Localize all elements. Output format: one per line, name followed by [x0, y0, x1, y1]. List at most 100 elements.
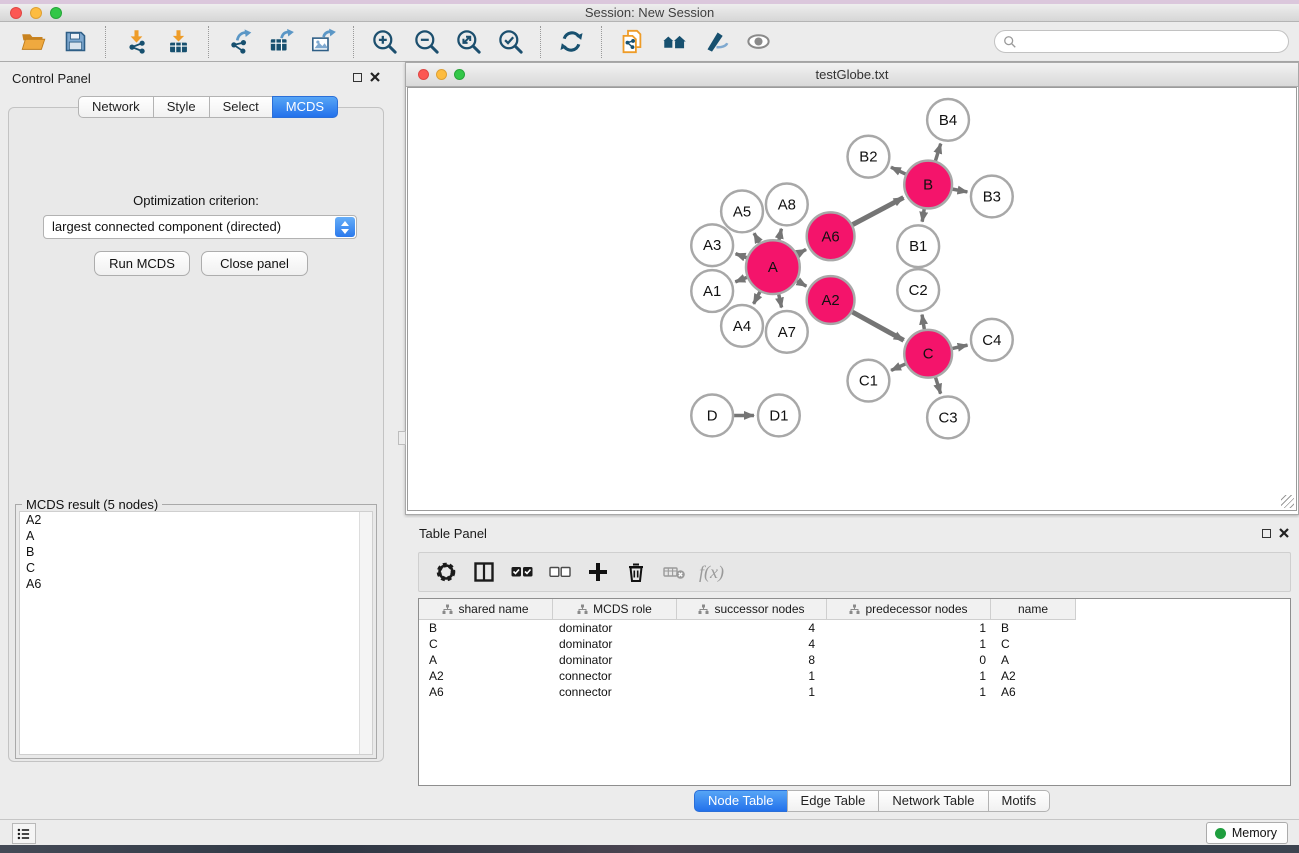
edge-C-C1[interactable] [891, 364, 905, 370]
main-titlebar[interactable]: Session: New Session [0, 4, 1299, 22]
edge-A2-C[interactable] [852, 312, 903, 340]
edge-C-C3[interactable] [936, 377, 941, 393]
edge-A-A1[interactable] [735, 277, 747, 282]
close-table-panel-icon[interactable] [1279, 528, 1289, 538]
save-session-icon[interactable] [60, 27, 90, 57]
add-row-icon[interactable] [583, 557, 613, 587]
zoom-out-icon[interactable] [411, 27, 441, 57]
network-window-titlebar[interactable]: testGlobe.txt [406, 63, 1298, 87]
result-list-item[interactable]: B [20, 544, 372, 560]
resize-grip-icon[interactable] [1281, 495, 1294, 508]
node-B2[interactable]: B2 [848, 136, 890, 178]
close-panel-button[interactable]: Close panel [201, 251, 308, 276]
split-divider-handle[interactable] [398, 431, 406, 445]
search-field[interactable] [994, 30, 1289, 53]
zoom-fit-icon[interactable] [453, 27, 483, 57]
node-C3[interactable]: C3 [927, 397, 969, 439]
edge-B-B1[interactable] [922, 209, 924, 222]
node-C4[interactable]: C4 [971, 319, 1013, 361]
node-C1[interactable]: C1 [848, 360, 890, 402]
node-A6[interactable]: A6 [807, 212, 855, 260]
function-builder-icon[interactable]: f(x) [699, 562, 724, 583]
task-history-button[interactable] [12, 823, 36, 844]
node-D1[interactable]: D1 [758, 395, 800, 437]
memory-button[interactable]: Memory [1206, 822, 1288, 844]
tab-mcds[interactable]: MCDS [272, 96, 338, 118]
network-graph[interactable]: B4B2BB3A8A5A6B1A3AA1C2A2A4A7C4CC1C3DD1 [408, 88, 1296, 510]
column-header-predecessor-nodes[interactable]: predecessor nodes [827, 599, 991, 620]
table-row[interactable]: A6connector11A6 [419, 684, 1290, 700]
node-B3[interactable]: B3 [971, 176, 1013, 218]
node-B[interactable]: B [904, 161, 952, 209]
node-A4[interactable]: A4 [721, 305, 763, 347]
zoom-in-icon[interactable] [369, 27, 399, 57]
tab-network[interactable]: Network [78, 96, 154, 118]
node-table[interactable]: shared nameMCDS rolesuccessor nodesprede… [418, 598, 1291, 786]
export-image-icon[interactable] [308, 27, 338, 57]
hide-graphics-details-icon[interactable] [701, 27, 731, 57]
import-table-icon[interactable] [163, 27, 193, 57]
node-A[interactable]: A [746, 240, 800, 294]
open-session-icon[interactable] [18, 27, 48, 57]
table-tab-motifs[interactable]: Motifs [988, 790, 1051, 812]
clear-all-checkboxes-icon[interactable] [545, 557, 575, 587]
result-list-item[interactable]: A6 [20, 576, 372, 592]
node-C2[interactable]: C2 [897, 269, 939, 311]
node-A5[interactable]: A5 [721, 191, 763, 233]
show-graphics-details-icon[interactable] [743, 27, 773, 57]
node-D[interactable]: D [691, 395, 733, 437]
show-column-icon[interactable] [469, 557, 499, 587]
table-row[interactable]: A2connector11A2 [419, 668, 1290, 684]
export-table-icon[interactable] [266, 27, 296, 57]
table-settings-icon[interactable] [431, 557, 461, 587]
result-list-item[interactable]: A [20, 528, 372, 544]
node-A7[interactable]: A7 [766, 311, 808, 353]
tab-style[interactable]: Style [153, 96, 210, 118]
table-row[interactable]: Cdominator41C [419, 636, 1290, 652]
network-canvas[interactable]: B4B2BB3A8A5A6B1A3AA1C2A2A4A7C4CC1C3DD1 [407, 87, 1297, 511]
float-table-panel-icon[interactable] [1262, 529, 1271, 538]
edge-B-B4[interactable] [935, 144, 940, 161]
edge-A-A2[interactable] [797, 281, 806, 286]
refresh-layout-icon[interactable] [556, 27, 586, 57]
export-network-icon[interactable] [224, 27, 254, 57]
table-tab-node-table[interactable]: Node Table [694, 790, 788, 812]
edge-A-A5[interactable] [754, 233, 759, 243]
delete-row-icon[interactable] [621, 557, 651, 587]
column-header-successor-nodes[interactable]: successor nodes [677, 599, 827, 620]
select-all-checkboxes-icon[interactable] [507, 557, 537, 587]
edge-A-A4[interactable] [754, 292, 760, 304]
first-neighbors-icon[interactable] [659, 27, 689, 57]
run-mcds-button[interactable]: Run MCDS [94, 251, 190, 276]
tab-select[interactable]: Select [209, 96, 273, 118]
duplicate-network-icon[interactable] [617, 27, 647, 57]
table-header-row[interactable]: shared nameMCDS rolesuccessor nodesprede… [419, 599, 1290, 620]
zoom-selected-icon[interactable] [495, 27, 525, 57]
node-B4[interactable]: B4 [927, 99, 969, 141]
table-tab-network-table[interactable]: Network Table [878, 790, 988, 812]
search-input[interactable] [1017, 31, 1288, 52]
table-tab-edge-table[interactable]: Edge Table [787, 790, 880, 812]
result-list-scrollbar[interactable] [359, 512, 372, 754]
node-A1[interactable]: A1 [691, 270, 733, 312]
mcds-result-list[interactable]: A2ABCA6 [19, 511, 373, 755]
node-A2[interactable]: A2 [807, 276, 855, 324]
edge-C-C4[interactable] [952, 345, 967, 348]
column-header-mcds-role[interactable]: MCDS role [553, 599, 677, 620]
edge-B-B2[interactable] [891, 167, 906, 174]
delete-table-icon[interactable] [659, 557, 689, 587]
float-panel-icon[interactable] [353, 73, 362, 82]
table-row[interactable]: Adominator80A [419, 652, 1290, 668]
result-list-item[interactable]: C [20, 560, 372, 576]
edge-C-C2[interactable] [922, 315, 924, 330]
import-network-icon[interactable] [121, 27, 151, 57]
close-panel-icon[interactable] [370, 72, 380, 82]
node-A8[interactable]: A8 [766, 184, 808, 226]
edge-A-A3[interactable] [736, 254, 747, 258]
column-header-shared-name[interactable]: shared name [419, 599, 553, 620]
table-row[interactable]: Bdominator41B [419, 620, 1290, 636]
column-header-name[interactable]: name [991, 599, 1076, 620]
result-list-item[interactable]: A2 [20, 512, 372, 528]
edge-A-A8[interactable] [779, 229, 781, 240]
edge-A-A7[interactable] [779, 294, 782, 307]
